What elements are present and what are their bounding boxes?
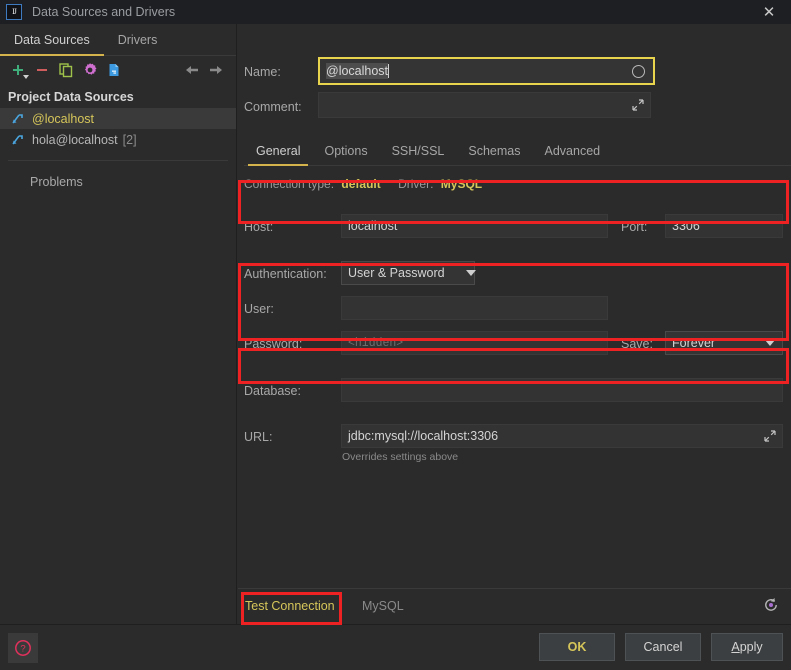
data-sources-dialog: IJ Data Sources and Drivers ✕ Data Sourc…	[0, 0, 791, 670]
connection-test-bar: Test Connection MySQL	[238, 588, 791, 624]
authentication-select-value: User & Password	[348, 266, 445, 280]
apply-button[interactable]: Apply	[711, 633, 783, 661]
driver-name-label: MySQL	[362, 599, 404, 613]
port-input-value: 3306	[672, 219, 700, 233]
help-button[interactable]: ?	[8, 633, 38, 663]
password-label: Password:	[244, 337, 303, 351]
sidebar-item-problems[interactable]: Problems	[0, 161, 236, 189]
connection-type-value[interactable]: default	[341, 177, 380, 191]
forward-button[interactable]	[204, 58, 228, 82]
chevron-down-icon[interactable]	[466, 269, 476, 277]
expand-icon[interactable]	[632, 99, 644, 111]
minus-icon	[37, 69, 47, 71]
tab-drivers[interactable]: Drivers	[104, 33, 172, 55]
datasource-icon	[12, 113, 23, 123]
authentication-label: Authentication:	[244, 267, 327, 281]
dialog-footer: ? OK Cancel Apply	[0, 624, 791, 670]
sidebar-item-localhost[interactable]: @localhost	[0, 108, 236, 129]
tab-schemas[interactable]: Schemas	[456, 144, 532, 165]
port-label: Port:	[621, 220, 648, 234]
expand-icon[interactable]	[764, 430, 776, 442]
name-label: Name:	[244, 65, 281, 79]
host-input-value: localhost	[348, 219, 398, 233]
password-input[interactable]: <hidden>	[341, 331, 608, 355]
datasource-settings-panel: Name: @localhost Comment: General Option…	[238, 24, 791, 624]
database-input[interactable]	[341, 378, 783, 402]
tab-options[interactable]: Options	[312, 144, 379, 165]
url-input[interactable]: jdbc:mysql://localhost:3306	[341, 424, 783, 448]
name-input-value: @localhost	[326, 63, 389, 79]
arrow-left-icon	[186, 66, 198, 74]
connection-type-label: Connection type:	[244, 177, 335, 191]
save-select[interactable]: Forever	[665, 331, 783, 355]
arrow-right-icon	[210, 66, 222, 74]
url-hint: Overrides settings above	[342, 451, 459, 463]
project-data-sources-title: Project Data Sources	[8, 90, 134, 104]
settings-tabs: General Options SSH/SSL Schemas Advanced	[244, 136, 791, 166]
user-input[interactable]	[341, 296, 608, 320]
duplicate-button[interactable]	[54, 58, 78, 82]
password-input-placeholder: <hidden>	[348, 336, 404, 350]
sidebar-toolbar	[0, 56, 236, 84]
copy-icon	[59, 63, 73, 78]
url-label: URL:	[244, 430, 273, 444]
save-label: Save:	[621, 337, 653, 351]
test-connection-button[interactable]: Test Connection	[245, 599, 335, 613]
host-input[interactable]: localhost	[341, 214, 608, 238]
sidebar-item-label: hola@localhost	[32, 132, 118, 147]
ok-button[interactable]: OK	[539, 633, 615, 661]
chevron-down-icon	[765, 340, 775, 346]
database-label: Database:	[244, 384, 301, 398]
comment-label: Comment:	[244, 100, 302, 114]
save-select-value: Forever	[672, 336, 716, 350]
apply-button-mnemonic: A	[731, 640, 740, 654]
gear-icon	[84, 63, 97, 75]
intellij-idea-logo-icon: IJ	[6, 4, 22, 20]
sidebar-item-count: [2]	[122, 132, 137, 147]
host-label: Host:	[244, 220, 274, 234]
tab-general[interactable]: General	[244, 144, 312, 166]
help-icon: ?	[15, 640, 31, 656]
sidebar-nav-arrows	[180, 58, 228, 82]
file-icon	[109, 64, 119, 76]
authentication-select[interactable]: User & Password	[341, 261, 475, 285]
connection-type-row: Connection type: default Driver: MySQL	[244, 177, 482, 191]
name-input[interactable]: @localhost	[318, 57, 655, 85]
add-button[interactable]	[6, 58, 30, 82]
remove-button[interactable]	[30, 58, 54, 82]
tab-ssh-ssl[interactable]: SSH/SSL	[380, 144, 457, 165]
apply-button-label-rest: pply	[739, 640, 763, 654]
sidebar-item-hola-localhost[interactable]: hola@localhost [2]	[0, 129, 236, 150]
tab-data-sources[interactable]: Data Sources	[0, 33, 104, 56]
chevron-down-icon	[23, 75, 29, 79]
svg-text:?: ?	[20, 644, 25, 655]
revert-icon[interactable]	[763, 597, 779, 613]
comment-input[interactable]	[318, 92, 651, 118]
port-input[interactable]: 3306	[665, 214, 783, 238]
circle-icon[interactable]	[632, 64, 645, 78]
driver-label: Driver:	[398, 177, 434, 191]
properties-button[interactable]	[78, 58, 102, 82]
window-titlebar: IJ Data Sources and Drivers ✕	[0, 0, 791, 24]
sidebar: Data Sources Drivers Project Data Source…	[0, 24, 237, 670]
datasource-icon	[12, 134, 23, 144]
import-button[interactable]	[102, 58, 126, 82]
url-input-value: jdbc:mysql://localhost:3306	[348, 429, 499, 443]
sidebar-item-label: @localhost	[32, 111, 95, 126]
driver-value[interactable]: MySQL	[441, 177, 482, 191]
tab-advanced[interactable]: Advanced	[533, 144, 613, 165]
text-caret	[388, 64, 390, 78]
user-label: User:	[244, 302, 274, 316]
sidebar-tabs: Data Sources Drivers	[0, 24, 236, 56]
close-icon[interactable]: ✕	[759, 2, 779, 22]
cancel-button[interactable]: Cancel	[625, 633, 701, 661]
back-button[interactable]	[180, 58, 204, 82]
window-title: Data Sources and Drivers	[32, 5, 176, 19]
